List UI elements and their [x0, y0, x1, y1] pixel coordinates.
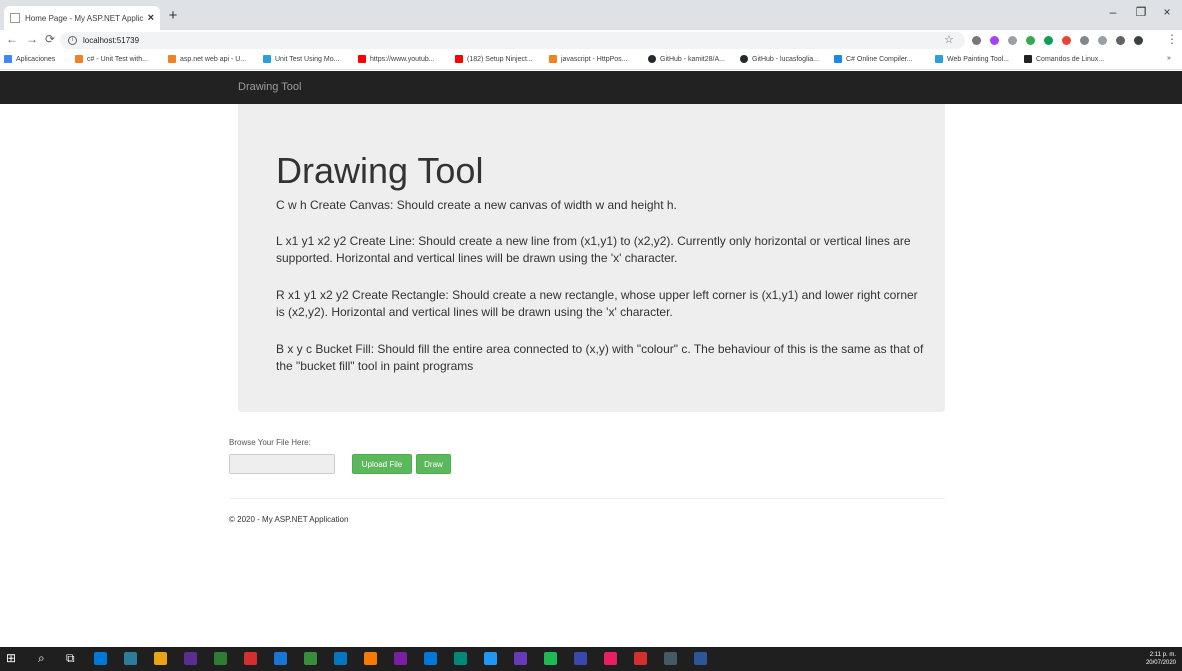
bookmark-item[interactable]: (182) Setup Ninject...: [455, 55, 533, 63]
taskbar-app-icon[interactable]: [544, 652, 557, 665]
tab-title: Home Page - My ASP.NET Applic: [25, 13, 144, 23]
taskbar-app-icon[interactable]: [274, 652, 287, 665]
bookmark-apps[interactable]: Aplicaciones: [4, 55, 55, 63]
taskbar-app-icon[interactable]: [394, 652, 407, 665]
taskbar-app-icon[interactable]: [484, 652, 497, 665]
new-tab-button[interactable]: +: [164, 7, 182, 25]
taskbar-app-icon[interactable]: [364, 652, 377, 665]
bookmark-item[interactable]: Web Painting Tool...: [935, 55, 1009, 63]
github-icon: [648, 55, 656, 63]
stackoverflow-icon: [75, 55, 83, 63]
site-icon: [263, 55, 271, 63]
taskbar-app-icon[interactable]: [634, 652, 647, 665]
command-description: B x y c Bucket Fill: Should fill the ent…: [276, 342, 924, 373]
taskbar-app-icon[interactable]: [334, 652, 347, 665]
bookmark-item[interactable]: javascript - HttpPos...: [549, 55, 628, 63]
extension-icon[interactable]: [1080, 36, 1089, 45]
command-description: C w h Create Canvas: Should create a new…: [276, 198, 677, 212]
browser-tabstrip: Home Page - My ASP.NET Applic × + – ❐ ×: [0, 0, 1182, 30]
extension-icon[interactable]: [990, 36, 999, 45]
taskbar-app-icon[interactable]: [94, 652, 107, 665]
stackoverflow-icon: [549, 55, 557, 63]
extension-icon[interactable]: [1062, 36, 1071, 45]
bookmark-star-icon[interactable]: ☆: [944, 33, 954, 46]
youtube-icon: [455, 55, 463, 63]
command-description: R x1 y1 x2 y2 Create Rectangle: Should c…: [276, 288, 918, 319]
taskbar-app-icon[interactable]: [574, 652, 587, 665]
profile-avatar[interactable]: [1134, 36, 1143, 45]
compiler-icon: [834, 55, 842, 63]
page-title: Drawing Tool: [276, 150, 484, 191]
jumbotron: Drawing Tool C w h Create Canvas: Should…: [238, 104, 945, 412]
info-icon[interactable]: i: [68, 36, 77, 45]
bookmark-item[interactable]: C# Online Compiler...: [834, 55, 913, 63]
bookmark-item[interactable]: GitHub - lucasfoglia...: [740, 55, 819, 63]
bookmark-item[interactable]: GitHub - kamit28/A...: [648, 55, 725, 63]
stackoverflow-icon: [168, 55, 176, 63]
footer-copyright: © 2020 - My ASP.NET Application: [229, 515, 349, 524]
site-icon: [935, 55, 943, 63]
menu-kebab-icon[interactable]: ⋮: [1166, 32, 1178, 46]
taskbar-app-icon[interactable]: [304, 652, 317, 665]
bookmark-item[interactable]: Unit Test Using Mo...: [263, 55, 339, 63]
bookmark-item[interactable]: asp.net web api - U...: [168, 55, 246, 63]
extension-icon[interactable]: [1044, 36, 1053, 45]
back-arrow-icon[interactable]: ←: [6, 32, 18, 46]
extension-icon[interactable]: [1098, 36, 1107, 45]
taskbar-app-icon[interactable]: [664, 652, 677, 665]
apps-grid-icon: [4, 55, 12, 63]
windows-start-icon[interactable]: ⊞: [6, 651, 16, 665]
taskbar-app-icon[interactable]: [604, 652, 617, 665]
taskbar-app-icon[interactable]: [184, 652, 197, 665]
divider: [229, 498, 945, 499]
address-text: localhost:51739: [83, 36, 140, 45]
extension-icon[interactable]: [972, 36, 981, 45]
task-view-icon[interactable]: ⧉: [66, 651, 75, 666]
bookmarks-overflow-button[interactable]: »: [1167, 55, 1171, 62]
reload-icon[interactable]: ⟳: [45, 32, 55, 46]
extension-icon[interactable]: [1008, 36, 1017, 45]
bookmarks-bar: Aplicaciones c# - Unit Test with... asp.…: [0, 51, 1182, 70]
minimize-button[interactable]: –: [1098, 5, 1128, 19]
github-icon: [740, 55, 748, 63]
command-description: L x1 y1 x2 y2 Create Line: Should create…: [276, 234, 911, 265]
taskbar-app-icon[interactable]: [154, 652, 167, 665]
taskbar-app-icon[interactable]: [244, 652, 257, 665]
file-label: Browse Your File Here:: [229, 438, 311, 447]
youtube-icon: [358, 55, 366, 63]
forward-arrow-icon[interactable]: →: [26, 32, 38, 46]
navbar-brand[interactable]: Drawing Tool: [238, 81, 301, 93]
file-input[interactable]: [229, 454, 335, 474]
taskbar-app-icon[interactable]: [424, 652, 437, 665]
windows-taskbar: ⊞ ⌕ ⧉ 2:11 p. m. 20/07/2020: [0, 647, 1182, 671]
browser-tab[interactable]: Home Page - My ASP.NET Applic ×: [4, 6, 160, 30]
address-bar[interactable]: i localhost:51739: [60, 32, 965, 49]
bookmark-item[interactable]: https://www.youtub...: [358, 55, 435, 63]
taskbar-app-icon[interactable]: [514, 652, 527, 665]
extension-icon[interactable]: [1026, 36, 1035, 45]
draw-button[interactable]: Draw: [416, 454, 451, 474]
upload-file-button[interactable]: Upload File: [352, 454, 412, 474]
close-tab-icon[interactable]: ×: [148, 12, 154, 24]
taskbar-app-icon[interactable]: [124, 652, 137, 665]
extensions-puzzle-icon[interactable]: [1116, 36, 1125, 45]
system-clock[interactable]: 2:11 p. m. 20/07/2020: [1146, 651, 1176, 667]
browser-toolbar: ← → ⟳ i localhost:51739 ☆ ⋮: [0, 30, 1182, 51]
page-icon: [10, 13, 20, 23]
clock-time: 2:11 p. m.: [1149, 652, 1176, 658]
site-icon: [1024, 55, 1032, 63]
clock-date: 20/07/2020: [1145, 660, 1176, 666]
taskbar-app-icon[interactable]: [454, 652, 467, 665]
bookmark-item[interactable]: c# - Unit Test with...: [75, 55, 148, 63]
close-window-button[interactable]: ×: [1152, 5, 1182, 19]
screen: Home Page - My ASP.NET Applic × + – ❐ × …: [0, 0, 1182, 671]
taskbar-app-icon[interactable]: [694, 652, 707, 665]
bookmark-item[interactable]: Comandos de Linux...: [1024, 55, 1104, 63]
search-icon[interactable]: ⌕: [38, 651, 45, 666]
site-navbar: Drawing Tool: [0, 71, 1182, 104]
taskbar-app-icon[interactable]: [214, 652, 227, 665]
